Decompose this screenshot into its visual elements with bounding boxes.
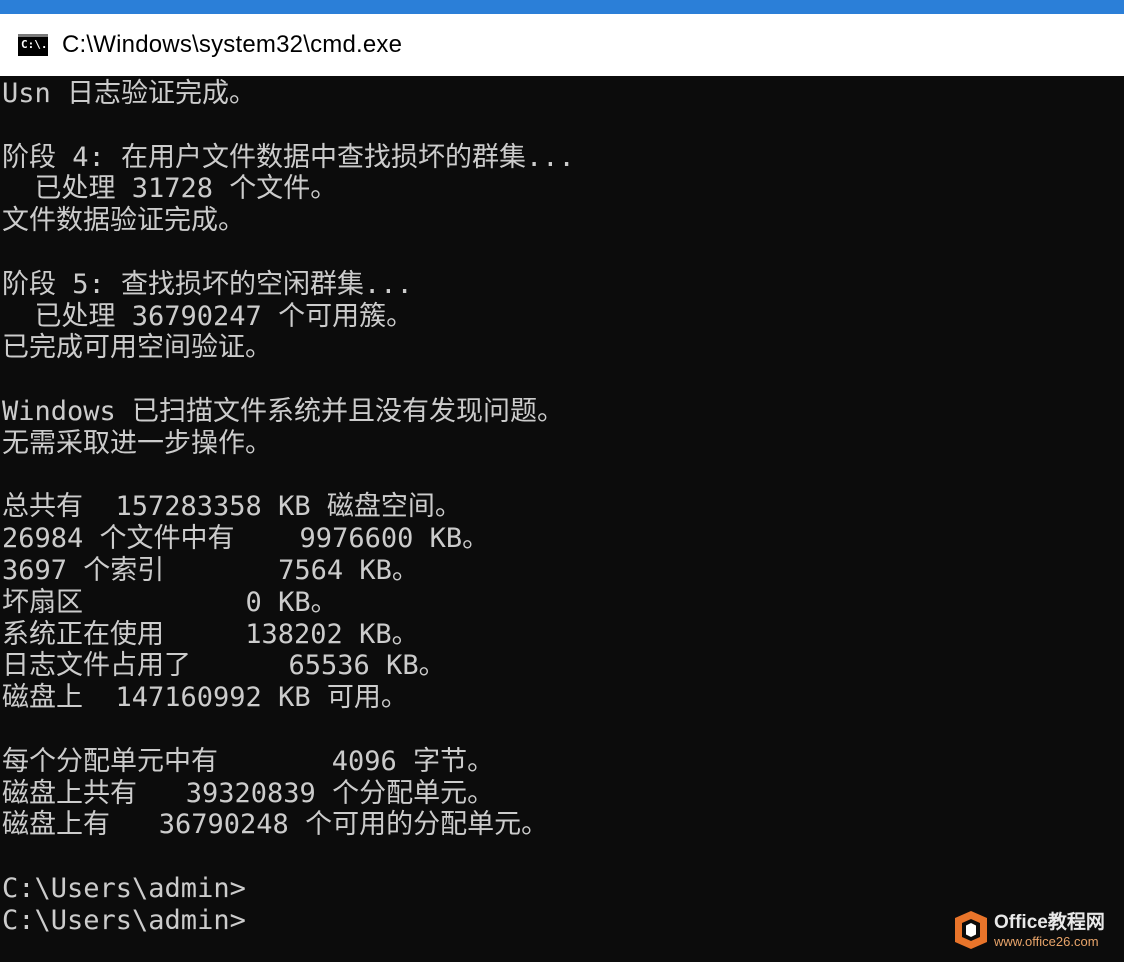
console-line: 阶段 4: 在用户文件数据中查找损坏的群集... [2, 141, 575, 173]
window-title: C:\Windows\system32\cmd.exe [62, 31, 403, 58]
console-line: Windows 已扫描文件系统并且没有发现问题。 [2, 395, 565, 427]
console-line: Usn 日志验证完成。 [2, 78, 257, 109]
cmd-icon-glyph: C:\. [21, 38, 48, 51]
console-line: C:\Users\admin> [2, 904, 246, 936]
console-line: 系统正在使用 138202 KB。 [2, 618, 419, 650]
console-line: 磁盘上有 36790248 个可用的分配单元。 [2, 809, 549, 841]
console-line: 坏扇区 0 KB。 [2, 586, 338, 618]
console-line: 磁盘上共有 39320839 个分配单元。 [2, 777, 495, 809]
console-line: 已完成可用空间验证。 [2, 332, 272, 364]
console-line: 文件数据验证完成。 [2, 205, 245, 237]
title-bar[interactable]: C:\. C:\Windows\system32\cmd.exe [0, 14, 1124, 76]
cmd-window: C:\. C:\Windows\system32\cmd.exe Usn 日志验… [0, 0, 1124, 962]
console-line: 日志文件占用了 65536 KB。 [2, 650, 446, 682]
window-accent-bar [0, 0, 1124, 14]
watermark-url: www.office26.com [994, 933, 1099, 949]
console-output[interactable]: Usn 日志验证完成。阶段 4: 在用户文件数据中查找损坏的群集... 已处理 … [2, 78, 1120, 962]
watermark: Office教程网 www.office26.com [954, 904, 1118, 956]
watermark-title: Office教程网 [994, 911, 1105, 933]
console-line: 总共有 157283358 KB 磁盘空间。 [2, 491, 462, 523]
console-line: 已处理 36790247 个可用簇。 [2, 300, 414, 332]
office-logo-icon [955, 911, 987, 949]
console-line: 阶段 5: 查找损坏的空闲群集... [2, 268, 413, 300]
console-line: 已处理 31728 个文件。 [2, 173, 338, 205]
console-line: 26984 个文件中有 9976600 KB。 [2, 523, 490, 555]
console-line: 磁盘上 147160992 KB 可用。 [2, 682, 408, 714]
console-line: 每个分配单元中有 4096 字节。 [2, 745, 495, 777]
cmd-icon[interactable]: C:\. [18, 34, 48, 56]
console-line: 3697 个索引 7564 KB。 [2, 554, 419, 586]
console-line: C:\Users\admin> [2, 872, 246, 904]
console-line: 无需采取进一步操作。 [2, 427, 272, 459]
